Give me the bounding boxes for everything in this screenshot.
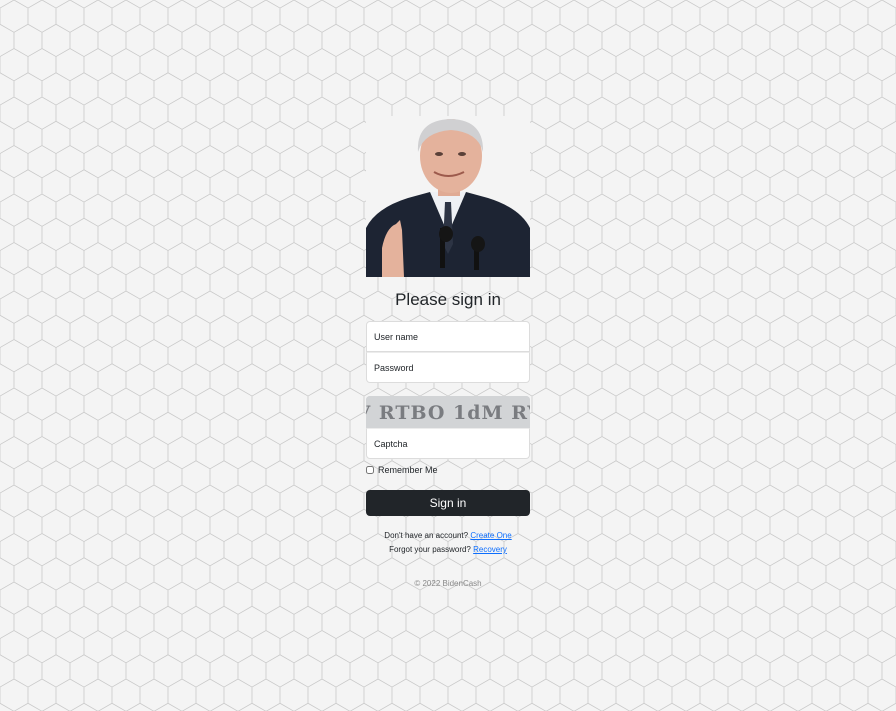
- recovery-link[interactable]: Recovery: [473, 545, 507, 554]
- copyright-footer: © 2022 BidenCash: [414, 579, 482, 588]
- recovery-line: Forgot your password? Recovery: [366, 543, 530, 557]
- signin-form: Please sign in R V RTBO 1dM RV 1 Remembe…: [366, 116, 530, 588]
- captcha-image: R V RTBO 1dM RV 1: [366, 396, 530, 428]
- remember-me-label: Remember Me: [378, 465, 438, 475]
- password-input[interactable]: [366, 352, 530, 383]
- remember-me[interactable]: Remember Me: [366, 464, 530, 476]
- speaker-portrait: [366, 116, 530, 277]
- signin-button[interactable]: Sign in: [366, 490, 530, 516]
- register-prompt: Don't have an account?: [384, 531, 469, 540]
- page-title: Please sign in: [395, 290, 501, 309]
- username-input[interactable]: [366, 321, 530, 352]
- register-line: Don't have an account? Create One: [366, 529, 530, 543]
- captcha-text: R V RTBO 1dM RV 1: [366, 402, 530, 424]
- captcha-input[interactable]: [366, 428, 530, 459]
- create-account-link[interactable]: Create One: [470, 531, 511, 540]
- remember-me-checkbox[interactable]: [366, 466, 374, 474]
- recovery-prompt: Forgot your password?: [389, 545, 471, 554]
- account-links: Don't have an account? Create One Forgot…: [366, 529, 530, 557]
